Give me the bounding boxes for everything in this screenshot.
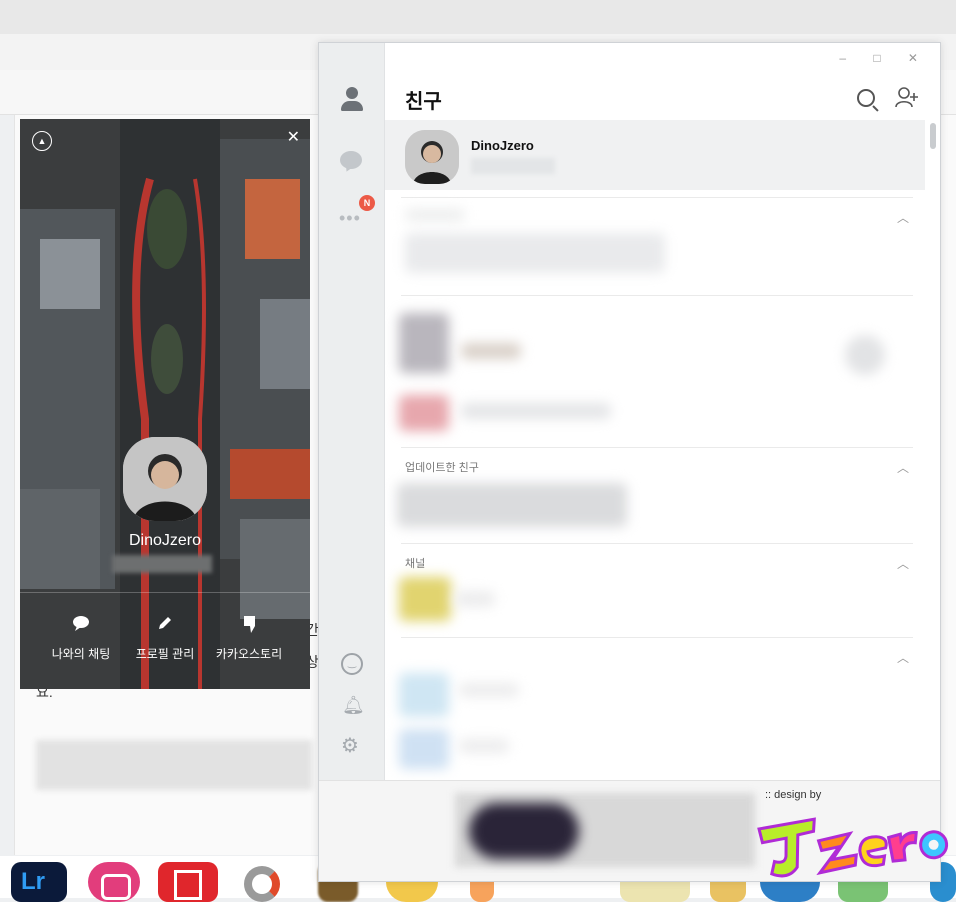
profile-name: DinoJzero (128, 532, 202, 549)
blurred-text (461, 343, 521, 359)
blurred-button (845, 335, 885, 375)
my-profile-name: DinoJzero (471, 138, 534, 153)
blurred-row (397, 483, 627, 527)
blurred-section-label (405, 209, 465, 221)
blurred-text (461, 403, 611, 419)
profile-background-image (20, 119, 310, 689)
chevron-up-icon[interactable]: ︿ (897, 649, 909, 666)
divider (20, 592, 310, 593)
section-label-channel: 채널 (405, 558, 426, 570)
search-icon[interactable] (857, 89, 875, 107)
profile-status-blurred (112, 555, 212, 573)
divider (401, 543, 913, 544)
ad-banner[interactable]: :: design by (319, 780, 949, 881)
bell-icon[interactable]: 🔔︎ (342, 695, 365, 716)
blurred-avatar (399, 395, 449, 431)
blurred-avatar (399, 577, 451, 621)
camera-app-icon[interactable] (88, 862, 140, 902)
chat-with-me-button[interactable]: 나와의 채팅 (33, 615, 129, 662)
background-titlebar (0, 0, 956, 34)
avatar[interactable] (405, 130, 459, 184)
blurred-text (455, 591, 495, 607)
page-title: 친구 (405, 91, 442, 113)
more-tab-icon[interactable]: ••• (339, 208, 361, 229)
action-label: 카카오스토리 (215, 647, 283, 661)
chevron-up-icon[interactable]: ︿ (897, 555, 909, 572)
ad-image-detail (469, 803, 579, 859)
manage-profile-button[interactable]: 프로필 관리 (117, 615, 213, 662)
lightroom-label: Lr (21, 868, 45, 895)
friends-tab-icon[interactable] (339, 87, 365, 113)
change-background-icon[interactable]: ▲ (32, 131, 52, 151)
action-label: 프로필 관리 (135, 647, 195, 661)
close-icon[interactable]: ✕ (287, 127, 300, 147)
kakaostory-button[interactable]: 카카오스토리 (201, 615, 297, 662)
blurred-text (459, 683, 519, 697)
divider (401, 197, 913, 198)
divider (401, 295, 913, 296)
divider (401, 637, 913, 638)
background-blurred-content (36, 740, 312, 790)
blurred-avatar (399, 729, 449, 769)
scrollbar[interactable] (930, 123, 936, 149)
divider (401, 447, 913, 448)
ring-app-icon[interactable] (238, 862, 296, 902)
my-profile-status-blurred (471, 158, 555, 174)
kakaotalk-window: ••• N ‿ 🔔︎ ⚙ – □ ✕ 친구 DinoJzero ︿ 업데이트한 … (318, 42, 949, 882)
design-credit: :: design by (765, 789, 822, 801)
jzero-logo (755, 807, 955, 879)
pencil-icon (117, 615, 213, 637)
sidebar: ••• N ‿ 🔔︎ ⚙ (319, 43, 385, 780)
blurred-text (459, 739, 509, 753)
video-app-icon[interactable] (158, 862, 218, 902)
chevron-up-icon[interactable]: ︿ (897, 209, 909, 226)
action-label: 나와의 채팅 (51, 647, 111, 661)
chat-bubble-icon (33, 615, 129, 637)
my-profile-row[interactable]: DinoJzero (385, 120, 925, 190)
blurred-row (405, 233, 665, 273)
lightroom-icon[interactable]: Lr (11, 862, 67, 902)
avatar[interactable] (123, 437, 207, 521)
gear-icon[interactable]: ⚙ (341, 733, 359, 758)
blurred-avatar (399, 313, 449, 373)
profile-card: ▲ ✕ DinoJzero 나와의 채팅 프로필 관리 카카오스토리 (20, 119, 310, 689)
chevron-up-icon[interactable]: ︿ (897, 459, 909, 476)
blurred-avatar (399, 673, 449, 717)
friends-panel: – □ ✕ 친구 DinoJzero ︿ 업데이트한 친구 ︿ 채널 ︿ ︿ (385, 43, 940, 780)
notification-badge: N (359, 195, 375, 211)
add-friend-icon[interactable] (895, 87, 919, 114)
window-controls[interactable]: – □ ✕ (839, 51, 930, 65)
quote-icon (201, 615, 297, 637)
emoticon-icon[interactable]: ‿ (341, 653, 363, 675)
section-label-updated-friends: 업데이트한 친구 (405, 462, 479, 474)
chats-tab-icon[interactable] (339, 149, 365, 175)
